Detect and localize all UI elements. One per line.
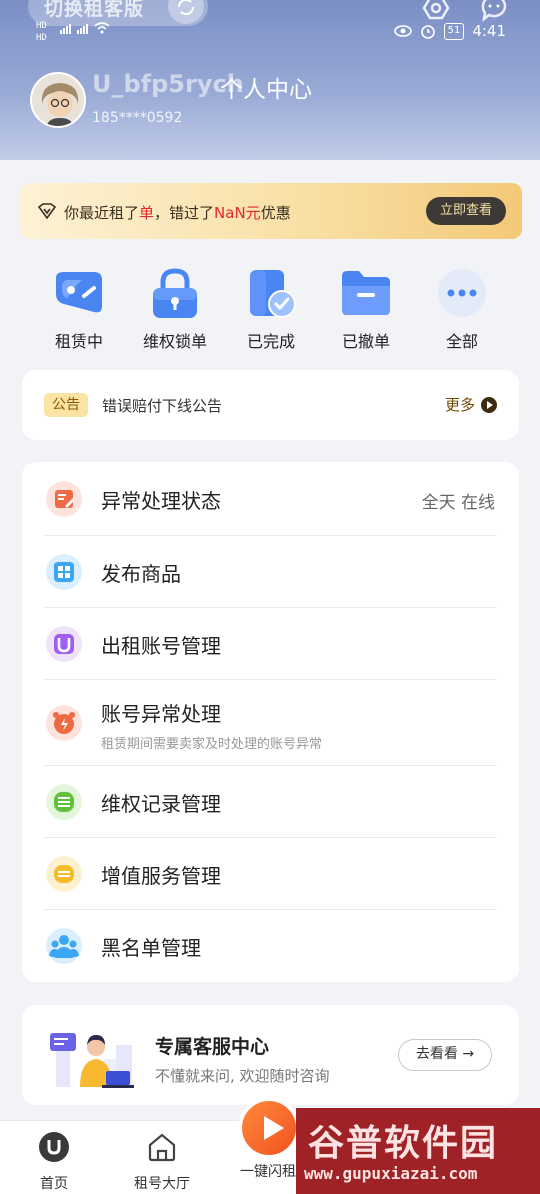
category-withdrawn[interactable]: 已撤单 <box>318 264 414 352</box>
menu-sublabel: 租赁期间需要卖家及时处理的账号异常 <box>101 737 323 752</box>
menu-item-value-added[interactable]: 增值服务管理 <box>22 838 519 910</box>
menu-item-publish[interactable]: 发布商品 <box>22 536 519 608</box>
diamond-badge-icon <box>38 203 56 219</box>
signal-icon <box>60 22 110 34</box>
category-label: 全部 <box>445 332 478 351</box>
status-network-labels: HD HD <box>36 21 47 43</box>
battery-indicator: 51 <box>443 22 465 40</box>
customer-service-illustration <box>46 1019 142 1093</box>
promo-banner[interactable]: 你最近租了单，错过了NaN元优惠 立即查看 <box>20 183 522 239</box>
more-label: 更多 <box>444 396 475 414</box>
menu-item-account-exception[interactable]: 账号异常处理 租赁期间需要卖家及时处理的账号异常 <box>22 680 519 766</box>
category-rights-lock[interactable]: 维权锁单 <box>127 264 223 352</box>
site-watermark: 谷普软件园 www.gupuxiazai.com <box>296 1108 540 1194</box>
phone-number: 185****0592 <box>92 110 183 126</box>
more-dots-icon <box>435 266 489 320</box>
completed-icon <box>244 266 298 320</box>
category-label: 维权锁单 <box>142 332 207 351</box>
message-icon[interactable] <box>478 0 510 24</box>
promo-text: 你最近租了单，错过了NaN元优惠 <box>64 204 291 222</box>
menu-label: 增值服务管理 <box>101 864 221 888</box>
gamepad-icon <box>52 266 106 320</box>
announcement-tag: 公告 <box>44 393 88 417</box>
menu-item-rental-account[interactable]: 出租账号管理 <box>22 608 519 680</box>
service-title: 专属客服中心 <box>155 1036 270 1058</box>
menu-item-blacklist[interactable]: 黑名单管理 <box>22 910 519 982</box>
status-right: 51 4:41 <box>393 22 506 40</box>
lock-icon <box>148 266 202 320</box>
category-renting[interactable]: 租赁中 <box>31 264 127 352</box>
exception-status-icon <box>46 481 82 517</box>
watermark-title: 谷普软件园 <box>308 1123 499 1164</box>
folder-icon <box>339 266 393 320</box>
rental-account-icon <box>46 626 82 662</box>
service-subtitle: 不懂就来问, 欢迎随时咨询 <box>155 1067 330 1085</box>
seller-menu-list: 异常处理状态 全天 在线 发布商品 出租账号管理 账号异常处理 租赁期间需要卖家… <box>22 462 519 982</box>
menu-label: 发布商品 <box>101 562 181 586</box>
nav-label: 首页 <box>40 1176 68 1192</box>
switch-mode-label[interactable]: 切换租客版 <box>44 0 144 21</box>
rights-record-icon <box>46 784 82 820</box>
announcement-card[interactable]: 公告 错误赔付下线公告 更多 <box>22 370 519 440</box>
watermark-url: www.gupuxiazai.com <box>304 1164 478 1183</box>
nav-label: 租号大厅 <box>134 1176 190 1192</box>
nav-hall[interactable]: 租号大厅 <box>112 1131 212 1193</box>
home-logo-icon <box>39 1132 69 1162</box>
publish-grid-icon <box>46 554 82 590</box>
alarm-clock-icon <box>420 25 435 39</box>
view-now-button[interactable]: 立即查看 <box>426 197 506 225</box>
order-category-row: 租赁中 维权锁单 已完成 已撤单 全部 <box>0 264 540 354</box>
page-title: 个人中心 <box>220 77 312 103</box>
menu-label: 出租账号管理 <box>101 634 221 658</box>
status-time: 4:41 <box>472 22 506 40</box>
value-added-icon <box>46 856 82 892</box>
nav-home[interactable]: 首页 <box>4 1131 104 1193</box>
menu-label: 黑名单管理 <box>101 936 201 960</box>
eye-icon <box>393 25 412 37</box>
category-label: 已完成 <box>246 332 295 351</box>
profile-header: 切换租客版 HD HD 51 4:41 U_bfp5rych 个人中心 185*… <box>0 0 540 160</box>
service-hours: 全天 在线 <box>421 493 495 513</box>
more-link[interactable]: 更多 <box>445 394 497 415</box>
settings-icon[interactable] <box>420 0 452 24</box>
menu-item-exception-status[interactable]: 异常处理状态 全天 在线 <box>22 462 519 536</box>
alarm-icon <box>46 705 82 741</box>
hall-icon <box>148 1133 176 1162</box>
go-see-button[interactable]: 去看看 → <box>398 1039 492 1071</box>
arrow-right-icon: → <box>462 1046 475 1062</box>
nav-flash-rent-label[interactable]: 一键闪租 <box>240 1161 296 1181</box>
avatar[interactable] <box>30 72 86 128</box>
blacklist-icon <box>46 928 82 964</box>
menu-label: 异常处理状态 <box>101 489 221 513</box>
announcement-text[interactable]: 错误赔付下线公告 <box>102 395 222 416</box>
category-label: 租赁中 <box>54 332 103 351</box>
menu-item-rights-record[interactable]: 维权记录管理 <box>22 766 519 838</box>
go-see-label: 去看看 <box>415 1046 458 1062</box>
flash-rent-icon[interactable] <box>238 1097 300 1159</box>
customer-service-card[interactable]: 专属客服中心 不懂就来问, 欢迎随时咨询 去看看 → <box>22 1005 519 1105</box>
category-completed[interactable]: 已完成 <box>223 264 319 352</box>
category-label: 已撤单 <box>341 332 390 351</box>
wifi-icon <box>94 22 110 34</box>
menu-label: 账号异常处理 <box>101 702 221 726</box>
category-all[interactable]: 全部 <box>414 264 510 352</box>
menu-label: 维权记录管理 <box>101 792 221 816</box>
play-arrow-icon <box>481 396 497 413</box>
